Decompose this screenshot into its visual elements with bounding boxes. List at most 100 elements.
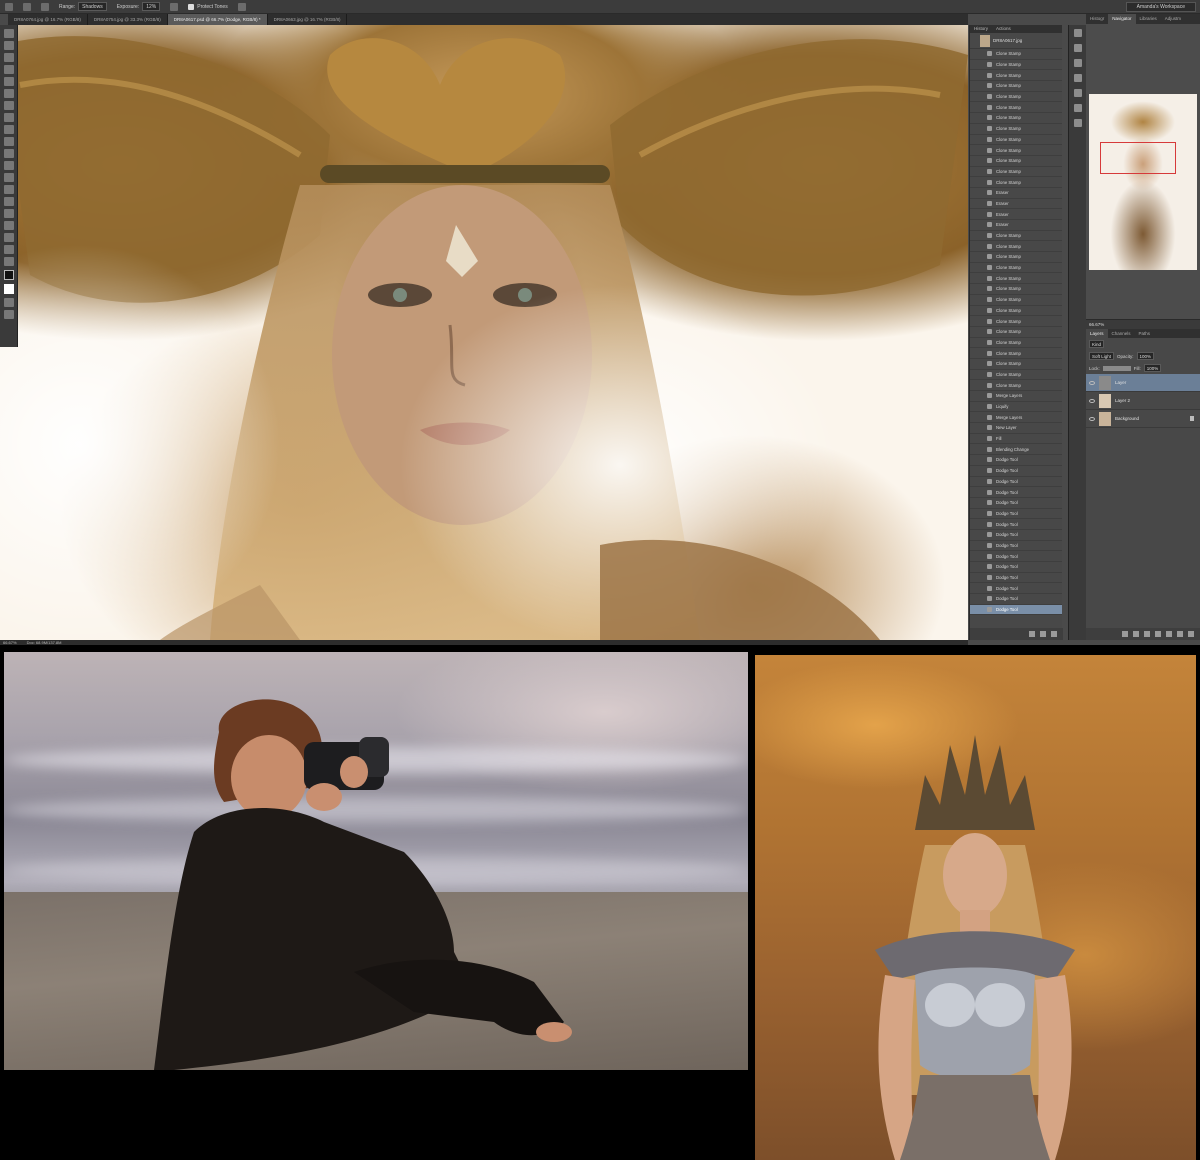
history-item[interactable]: Clone Stamp [970,327,1062,338]
history-item[interactable]: Clone Stamp [970,60,1062,71]
history-item[interactable]: Dodge Tool [970,573,1062,584]
history-item[interactable]: Clone Stamp [970,316,1062,327]
actions-dock-icon[interactable] [1073,44,1082,52]
history-item[interactable]: Dodge Tool [970,594,1062,605]
lasso-tool-icon[interactable] [3,53,14,62]
history-item[interactable]: Clone Stamp [970,113,1062,124]
workspace-switcher[interactable]: Amanda's Workspace [1125,2,1196,12]
history-item[interactable]: Liquify [970,402,1062,413]
marquee-tool-icon[interactable] [3,41,14,50]
properties-dock-icon[interactable] [1073,59,1082,67]
history-item[interactable]: Clone Stamp [970,49,1062,60]
layer-row[interactable]: Background [1086,410,1200,428]
protect-tones-checkbox[interactable] [188,3,195,10]
fill-input[interactable]: 100% [1143,364,1162,372]
navigator-thumbnail[interactable] [1089,94,1197,270]
info-dock-icon[interactable] [1073,74,1082,82]
history-item[interactable]: Eraser [970,220,1062,231]
dodge-tool-select-icon[interactable] [3,185,14,194]
layer-style-icon[interactable] [1133,631,1139,637]
shape-tool-icon[interactable] [3,233,14,242]
history-item[interactable]: Eraser [970,199,1062,210]
history-item[interactable]: Dodge Tool [970,583,1062,595]
layer-row[interactable]: Layer 2 [1086,392,1200,410]
history-item[interactable]: New Layer [970,423,1062,434]
history-item[interactable]: Clone Stamp [970,380,1062,391]
history-item[interactable]: Clone Stamp [970,124,1062,135]
history-item[interactable]: Dodge Tool [970,455,1062,466]
history-item[interactable]: Clone Stamp [970,273,1062,285]
paragraph-dock-icon[interactable] [1073,119,1082,127]
blend-mode-select[interactable]: Soft Light [1089,352,1115,360]
history-item[interactable]: Clone Stamp [970,167,1062,178]
background-color-swatch[interactable] [3,284,14,294]
lock-icons[interactable] [1102,365,1131,371]
history-item[interactable]: Clone Stamp [970,284,1062,295]
history-item[interactable]: Dodge Tool [970,519,1062,530]
tab-document-1[interactable]: DR8A0764.jpg @ 16.7% (RGB/8) [8,14,88,25]
history-item[interactable]: Clone Stamp [970,295,1062,306]
tab-paths[interactable]: Paths [1135,329,1155,338]
adjustment-layer-icon[interactable] [1155,631,1161,637]
blur-tool-icon[interactable] [3,173,14,182]
history-item[interactable]: Dodge Tool [970,509,1062,520]
exposure-input[interactable]: 12% [142,2,161,11]
layer-filter-select[interactable]: Kind [1089,340,1105,348]
history-item[interactable]: Fill [970,434,1062,445]
brush-panel-icon[interactable] [41,2,49,11]
history-item[interactable]: Dodge Tool [970,562,1062,573]
history-item[interactable]: Clone Stamp [970,231,1062,242]
gradient-tool-icon[interactable] [3,161,14,170]
history-item[interactable]: Clone Stamp [970,338,1062,349]
history-item[interactable]: Clone Stamp [970,102,1062,114]
dodge-tool-icon[interactable] [5,2,13,11]
history-item[interactable]: Clone Stamp [970,263,1062,274]
history-item[interactable]: Clone Stamp [970,81,1062,92]
history-item[interactable]: Clone Stamp [970,135,1062,146]
history-item[interactable]: Clone Stamp [970,92,1062,103]
layer-row[interactable]: Layer [1086,374,1200,392]
quick-mask-icon[interactable] [3,298,14,307]
new-layer-icon[interactable] [1177,631,1183,637]
history-dock-icon[interactable] [1073,29,1082,37]
history-item[interactable]: Clone Stamp [970,359,1062,370]
hand-tool-icon[interactable] [3,245,14,254]
history-item[interactable]: Clone Stamp [970,370,1062,381]
history-item[interactable]: Dodge Tool [970,541,1062,552]
crop-tool-icon[interactable] [3,77,14,86]
path-select-tool-icon[interactable] [3,221,14,230]
eraser-tool-icon[interactable] [3,149,14,158]
visibility-eye-icon[interactable] [1089,380,1095,385]
eyedropper-tool-icon[interactable] [3,89,14,98]
history-item[interactable]: Merge Layers [970,391,1062,402]
tab-layers[interactable]: Layers [1086,329,1108,338]
quick-select-tool-icon[interactable] [3,65,14,74]
visibility-eye-icon[interactable] [1089,416,1095,421]
tab-navigator[interactable]: Navigator [1108,14,1136,24]
screen-mode-icon[interactable] [3,310,14,319]
delete-state-icon[interactable] [1051,631,1057,637]
history-item[interactable]: Eraser [970,209,1062,220]
tab-document-3[interactable]: DR8A0617.psd @ 66.7% (Dodge, RGB/8) * [167,14,268,25]
opacity-input[interactable]: 100% [1136,352,1155,360]
history-item[interactable]: Clone Stamp [970,177,1062,188]
history-item[interactable]: Clone Stamp [970,348,1062,359]
history-item[interactable]: Dodge Tool [970,604,1062,616]
clone-stamp-tool-icon[interactable] [3,125,14,134]
visibility-eye-icon[interactable] [1089,398,1095,403]
tab-libraries[interactable]: Libraries [1136,14,1161,24]
history-item[interactable]: Dodge Tool [970,477,1062,488]
pressure-icon[interactable] [237,2,246,11]
new-snapshot-icon[interactable] [1040,631,1046,637]
history-item[interactable]: Clone Stamp [970,252,1062,263]
history-item[interactable]: Clone Stamp [970,70,1062,82]
history-item[interactable]: Clone Stamp [970,241,1062,253]
brush-preset-icon[interactable] [23,2,31,11]
history-item[interactable]: Clone Stamp [970,156,1062,167]
healing-tool-icon[interactable] [3,101,14,110]
history-item[interactable]: Merge Layers [970,412,1062,424]
tab-history[interactable]: History [970,25,992,33]
brush-tool-icon[interactable] [3,113,14,122]
history-item[interactable]: Clone Stamp [970,306,1062,317]
airbrush-icon[interactable] [170,2,179,11]
